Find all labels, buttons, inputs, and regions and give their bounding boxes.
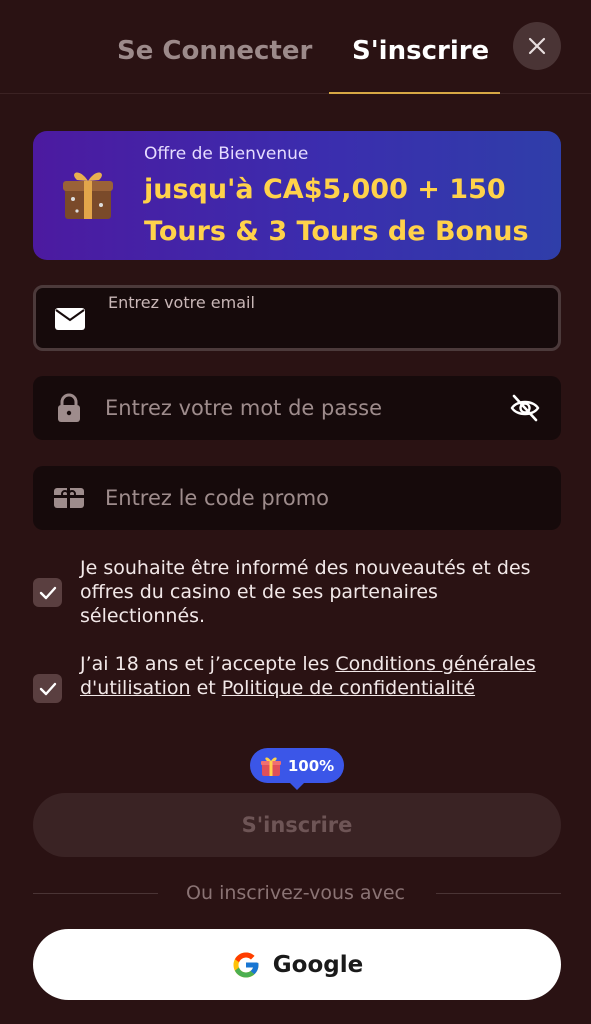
bonus-progress-label: 100% (287, 756, 335, 775)
gift-icon (63, 172, 113, 219)
welcome-offer-banner[interactable]: Offre de Bienvenue jusqu'à CA$5,000 + 15… (33, 131, 561, 260)
google-label: Google (272, 951, 364, 978)
age-terms-prefix: J’ai 18 ans et j’accepte les (80, 653, 336, 675)
auth-tabs: Se Connecter S'inscrire (0, 0, 591, 94)
newsletter-consent-text: Je souhaite être informé des nouveautés … (80, 557, 531, 627)
newsletter-checkbox[interactable] (33, 578, 62, 607)
email-input[interactable] (108, 314, 488, 342)
tab-login[interactable]: Se Connecter (117, 36, 312, 66)
close-icon (528, 37, 546, 55)
tab-signup[interactable]: S'inscrire (352, 36, 489, 66)
password-field[interactable] (33, 376, 561, 440)
google-icon (233, 952, 259, 977)
gift-icon (260, 757, 281, 776)
divider-line-right (436, 893, 561, 894)
banner-subtitle: Offre de Bienvenue (144, 144, 309, 164)
privacy-link[interactable]: Politique de confidentialité (222, 677, 475, 699)
mail-icon (54, 305, 86, 333)
google-signup-button[interactable]: Google (33, 929, 561, 1000)
email-field[interactable]: Entrez votre email (33, 285, 561, 351)
eye-off-icon[interactable] (509, 392, 541, 424)
check-icon (39, 586, 56, 599)
check-icon (39, 682, 56, 695)
close-button[interactable] (513, 22, 561, 70)
promo-code-input[interactable] (105, 484, 485, 512)
promo-code-field[interactable] (33, 466, 561, 530)
age-terms-text: J’ai 18 ans et j’accepte les Conditions … (80, 652, 560, 700)
age-terms-checkbox[interactable] (33, 674, 62, 703)
signup-submit-button[interactable]: S'inscrire (33, 793, 561, 857)
banner-title: jusqu'à CA$5,000 + 150 Tours & 3 Tours d… (144, 174, 529, 247)
ticket-icon (53, 484, 85, 512)
lock-icon (53, 393, 85, 422)
age-terms-conjunction: et (190, 677, 222, 699)
bonus-progress-bubble: 100% (250, 748, 344, 790)
password-input[interactable] (105, 394, 485, 422)
active-tab-indicator (329, 92, 500, 94)
email-label: Entrez votre email (108, 293, 255, 312)
